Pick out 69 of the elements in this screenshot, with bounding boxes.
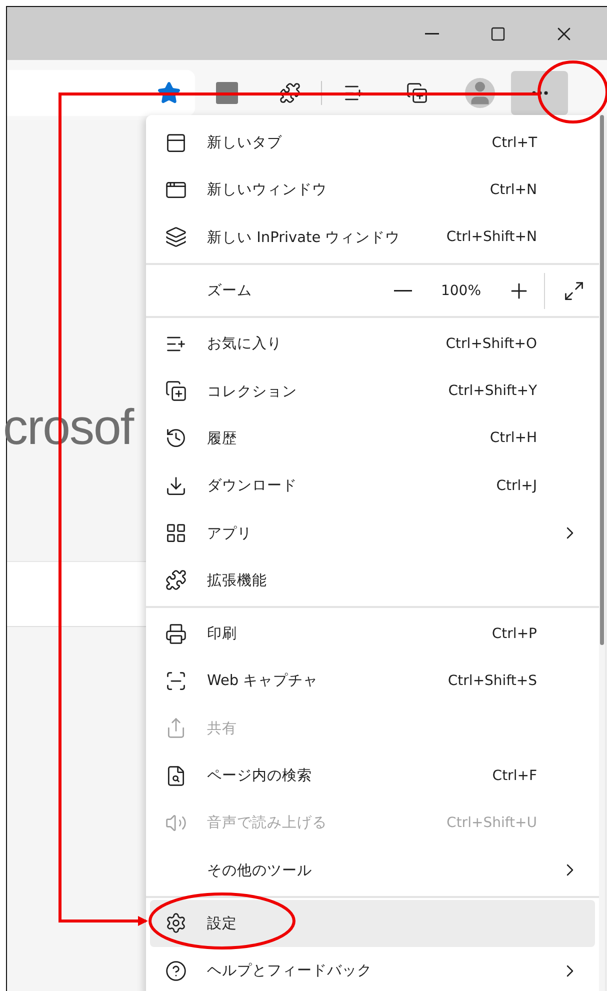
more-button[interactable] [511,71,568,115]
menu-item-label: 拡張機能 [207,572,268,590]
menu-item-label: 新しい InPrivate ウィンドウ [207,228,402,247]
star-icon[interactable] [157,81,181,105]
minus-icon [394,290,412,292]
minimize-icon [425,32,439,34]
shortcut-text: Ctrl+Shift+N [446,229,537,246]
menu-item-label: 音声で読み上げる [207,814,328,832]
avatar-icon [464,78,494,108]
shortcut-text: Ctrl+Shift+S [448,672,537,689]
printer-icon [165,622,187,645]
more-icon [532,91,548,95]
menu-item-label: コレクション [207,382,298,401]
menu-item-label: ダウンロード [207,477,298,496]
shortcut-text: Ctrl+T [492,134,537,151]
shortcut-text: Ctrl+Shift+U [446,814,537,831]
menu-item-label: 新しいタブ [207,134,283,152]
collections-icon [406,82,428,104]
menu-item-label: 新しいウィンドウ [207,180,328,200]
menu-item-label: 設定 [207,914,238,933]
menu-item[interactable]: アプリ [150,509,595,557]
search-box[interactable] [7,561,147,627]
address-bar[interactable] [7,70,195,116]
shortcut-text: Ctrl+J [496,478,537,494]
shortcut-text: Ctrl+N [490,182,537,198]
menu-item[interactable]: Web キャプチャ Ctrl+Shift+S [150,657,595,705]
new-tab-icon [165,132,187,154]
shortcut-text: Ctrl+H [490,430,537,446]
expand-icon [563,280,585,302]
menu-item-label: お気に入り [207,335,283,354]
menu-item[interactable]: お気に入り Ctrl+Shift+O [150,320,595,368]
menu-item[interactable]: 新しいウィンドウ Ctrl+N [150,166,595,214]
menu-item[interactable]: 拡張機能 [150,556,595,604]
menu-item-label: ページ内の検索 [207,767,313,785]
menu-item-label: ズーム [207,282,253,300]
menu-item[interactable]: 新しいタブ Ctrl+T [150,119,595,166]
menu-item[interactable]: 印刷 Ctrl+P [150,610,595,658]
find-in-page-icon [165,764,187,786]
zoom-value: 100% [440,282,482,299]
scrollbar[interactable] [599,115,605,991]
collections-icon [165,380,187,402]
menu-item-label: 印刷 [207,625,238,644]
menu-item-label: Web キャプチャ [207,672,320,690]
apps-grid-icon [165,522,187,544]
menu-item[interactable]: 履歴 Ctrl+H [150,414,595,462]
menu-item[interactable]: その他のツール [150,846,595,894]
shortcut-text: Ctrl+Shift+Y [448,383,537,400]
menu-item-label: 共有 [207,720,238,738]
menu-item[interactable]: コレクション Ctrl+Shift+Y [150,367,595,415]
shortcut-text: Ctrl+Shift+O [446,336,537,352]
menu-item[interactable]: ページ内の検索 Ctrl+F [150,752,595,800]
puzzle-icon [278,82,300,104]
help-icon [165,960,187,982]
maximize-icon [490,26,506,42]
menu-item-label: 履歴 [207,430,238,448]
puzzle-icon [165,569,187,592]
share-icon [165,717,187,740]
settings-icon [165,912,187,934]
menu-item-label: ヘルプとフィードバック [207,962,373,980]
download-icon [165,474,187,497]
menu-item[interactable]: ヘルプとフィードバック [150,947,595,991]
menu-item-label: その他のツール [207,862,313,880]
menu-item[interactable]: ダウンロード Ctrl+J [150,462,595,510]
menu-item[interactable]: 設定 [150,900,595,948]
menu-item-label: アプリ [207,524,253,543]
menu-item[interactable]: 新しい InPrivate ウィンドウ Ctrl+Shift+N [150,214,595,261]
shortcut-text: Ctrl+P [492,626,537,642]
shortcut-text: Ctrl+F [492,768,537,784]
history-icon [165,427,187,450]
